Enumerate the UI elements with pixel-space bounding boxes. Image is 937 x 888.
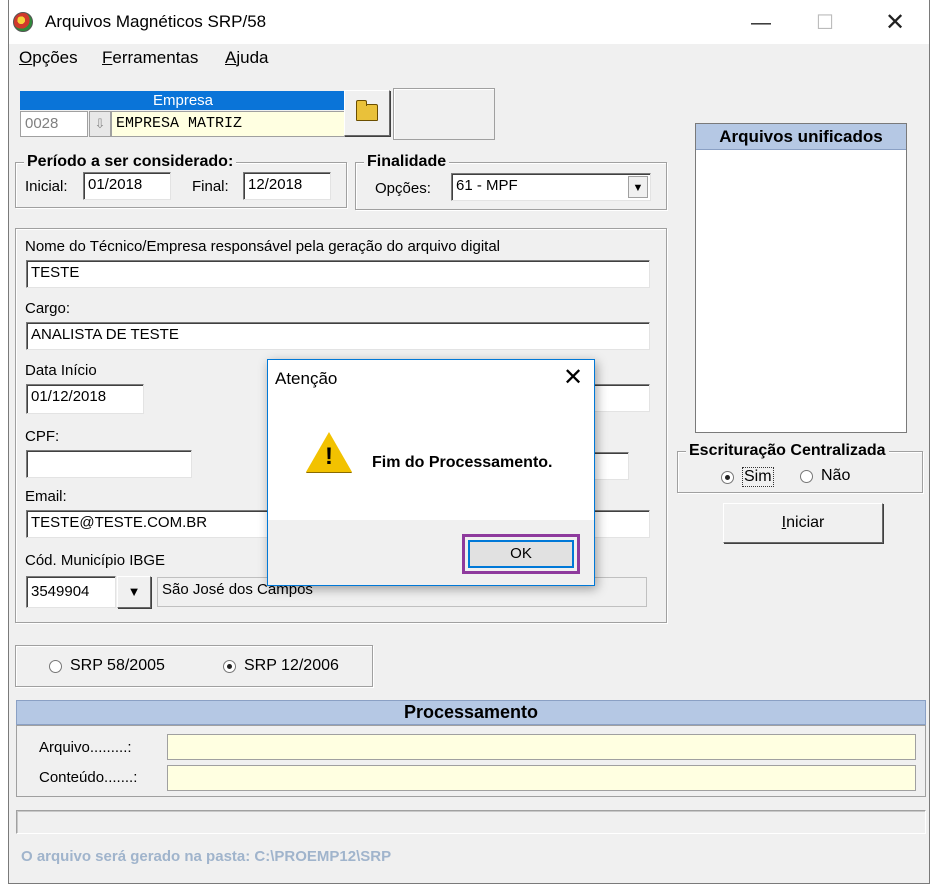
escrituracao-sim-label: Sim bbox=[742, 467, 774, 487]
warning-mark: ! bbox=[325, 443, 333, 470]
nome-field[interactable]: TESTE bbox=[26, 260, 650, 288]
cpf-label: CPF: bbox=[25, 428, 60, 445]
data-fim-field[interactable] bbox=[589, 384, 650, 412]
srp-58-2005-label: SRP 58/2005 bbox=[70, 657, 165, 674]
menu-opcoes-label: pções bbox=[32, 48, 78, 67]
empresa-header: Empresa bbox=[20, 91, 346, 110]
arquivos-unificados-list[interactable]: Arquivos unificados bbox=[695, 123, 907, 433]
arquivo-label: Arquivo.........: bbox=[39, 739, 132, 756]
chevron-down-icon[interactable]: ▼ bbox=[628, 176, 648, 198]
menu-ajuda-label: juda bbox=[236, 48, 269, 67]
menu-ferramentas-hotkey: F bbox=[102, 48, 113, 67]
srp-58-2005-radio[interactable]: SRP 58/2005 bbox=[49, 657, 165, 675]
srp-12-2006-radio[interactable]: SRP 12/2006 bbox=[223, 657, 339, 675]
folder-note: O arquivo será gerado na pasta: C:\PROEM… bbox=[21, 848, 392, 865]
inicial-field[interactable]: 01/2018 bbox=[83, 172, 171, 200]
iniciar-button[interactable]: Iniciar bbox=[723, 503, 883, 543]
escrituracao-nao-label: Não bbox=[821, 467, 851, 484]
data-inicio-field[interactable]: 01/12/2018 bbox=[26, 384, 144, 414]
finalidade-select[interactable]: 61 - MPF ▼ bbox=[451, 173, 651, 201]
main-window: Arquivos Magnéticos SRP/58 — ☐ ✕ Opções … bbox=[8, 0, 930, 884]
finalidade-title: Finalidade bbox=[364, 153, 450, 171]
dialog-title: Atenção bbox=[275, 369, 338, 388]
close-button[interactable]: ✕ bbox=[873, 8, 917, 38]
iniciar-label: niciar bbox=[786, 514, 825, 531]
conteudo-field bbox=[167, 765, 916, 791]
ok-button[interactable]: OK bbox=[468, 540, 574, 568]
window-title: Arquivos Magnéticos SRP/58 bbox=[45, 12, 267, 31]
municipio-code-field[interactable]: 3549904 bbox=[26, 576, 116, 608]
cargo-field[interactable]: ANALISTA DE TESTE bbox=[26, 322, 650, 350]
menu-opcoes[interactable]: Opções bbox=[19, 48, 78, 68]
conteudo-label: Conteúdo.......: bbox=[39, 769, 138, 786]
atencao-dialog: Atenção ✕ ! Fim do Processamento. OK bbox=[267, 359, 595, 586]
periodo-title: Período a ser considerado: bbox=[24, 153, 237, 171]
app-icon bbox=[13, 12, 33, 32]
empresa-name-field[interactable]: EMPRESA MATRIZ bbox=[111, 111, 346, 137]
inicial-label: Inicial: bbox=[25, 178, 68, 195]
radio-unchecked-icon bbox=[49, 659, 62, 673]
escrituracao-nao-radio[interactable]: Não bbox=[800, 467, 850, 485]
menu-ferramentas-label: erramentas bbox=[112, 48, 199, 67]
minimize-button[interactable]: — bbox=[739, 8, 783, 38]
empresa-code-field[interactable]: 0028 bbox=[20, 111, 88, 137]
escrituracao-title: Escrituração Centralizada bbox=[686, 442, 889, 460]
processamento-header: Processamento bbox=[16, 700, 926, 725]
finalidade-value: 61 - MPF bbox=[456, 177, 518, 194]
menu-ferramentas[interactable]: Ferramentas bbox=[102, 48, 198, 68]
final-label: Final: bbox=[192, 178, 229, 195]
radio-checked-icon bbox=[223, 659, 236, 673]
empresa-spin-icon[interactable]: ⇩ bbox=[89, 111, 111, 137]
menu-bar: Opções Ferramentas Ajuda bbox=[9, 44, 929, 72]
radio-checked-icon bbox=[721, 470, 734, 484]
folder-open-icon bbox=[356, 100, 378, 121]
arquivos-unificados-header: Arquivos unificados bbox=[696, 124, 906, 150]
data-inicio-label: Data Início bbox=[25, 362, 97, 379]
email-label: Email: bbox=[25, 488, 67, 505]
final-field[interactable]: 12/2018 bbox=[243, 172, 331, 200]
nome-label: Nome do Técnico/Empresa responsável pela… bbox=[25, 238, 500, 255]
dialog-message: Fim do Processamento. bbox=[372, 454, 553, 471]
dialog-close-icon[interactable]: ✕ bbox=[558, 364, 588, 392]
arquivo-field bbox=[167, 734, 916, 760]
open-folder-button[interactable] bbox=[344, 90, 390, 136]
municipio-label: Cód. Município IBGE bbox=[25, 552, 166, 569]
srp-12-2006-label: SRP 12/2006 bbox=[244, 657, 339, 674]
escrituracao-sim-radio[interactable]: Sim bbox=[721, 467, 774, 487]
menu-ajuda-hotkey: A bbox=[225, 48, 237, 67]
title-bar: Arquivos Magnéticos SRP/58 — ☐ ✕ bbox=[9, 0, 929, 44]
telefone-field[interactable] bbox=[589, 452, 629, 480]
cpf-field[interactable] bbox=[26, 450, 192, 478]
progress-bar bbox=[16, 810, 926, 834]
cargo-label: Cargo: bbox=[25, 300, 71, 317]
maximize-button[interactable]: ☐ bbox=[803, 8, 847, 38]
menu-ajuda[interactable]: Ajuda bbox=[225, 48, 268, 68]
menu-opcoes-hotkey: O bbox=[19, 48, 33, 67]
empresa-side-panel bbox=[393, 88, 495, 140]
radio-unchecked-icon bbox=[800, 469, 813, 483]
opcoes-label: Opções: bbox=[375, 180, 431, 197]
municipio-dropdown-icon[interactable]: ▼ bbox=[117, 576, 151, 608]
